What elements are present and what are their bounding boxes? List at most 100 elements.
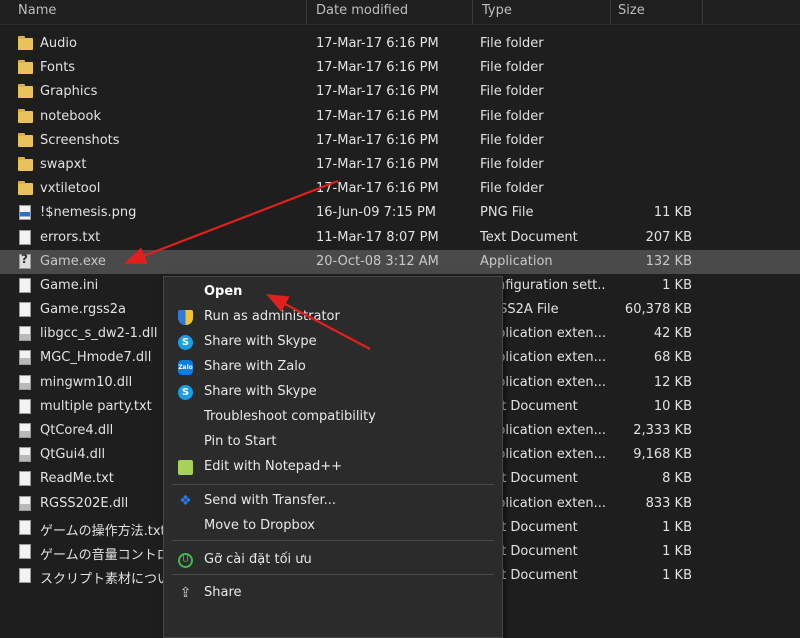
file-name: vxtiletool: [40, 181, 101, 197]
text-file-icon: [18, 398, 33, 414]
file-size: 60,378 KB: [624, 302, 692, 318]
file-type: Application: [480, 253, 553, 269]
text-file-icon: [18, 519, 33, 535]
menu-item-share-with-zalo[interactable]: Zalo Share with Zalo: [164, 355, 502, 380]
file-row[interactable]: !$nemesis.png 16-Jun-09 7:15 PM PNG File 11…: [0, 201, 800, 225]
file-name: libgcc_s_dw2-1.dll: [40, 326, 158, 342]
menu-item-send-with-transfer[interactable]: ❖ Send with Transfer...: [164, 489, 502, 514]
menu-item-open[interactable]: Open: [164, 280, 502, 305]
text-file-icon: [18, 568, 33, 584]
file-type: PNG File: [480, 205, 534, 221]
file-size: 2,333 KB: [633, 423, 692, 438]
share-icon: ⇪: [179, 585, 192, 601]
dll-file-icon: [18, 423, 33, 438]
file-name: notebook: [40, 108, 101, 124]
menu-item-run-as-administrator[interactable]: Run as administrator: [164, 305, 502, 330]
file-type: File folder: [480, 156, 544, 172]
file-type: File folder: [480, 132, 544, 148]
folder-icon: [18, 132, 33, 148]
file-name: ゲームの操作方法.txt: [40, 523, 165, 539]
folder-icon: [18, 108, 33, 124]
file-size: 132 KB: [645, 253, 692, 269]
menu-item-edit-with-notepad[interactable]: Edit with Notepad++: [164, 455, 502, 480]
file-row[interactable]: Screenshots 17-Mar-17 6:16 PM File folder: [0, 129, 800, 153]
file-row[interactable]: Fonts 17-Mar-17 6:16 PM File folder: [0, 56, 800, 80]
file-row[interactable]: swapxt 17-Mar-17 6:16 PM File folder: [0, 153, 800, 177]
column-header-date[interactable]: Date modified: [316, 3, 408, 18]
file-size: 1 KB: [662, 519, 692, 535]
dropbox-icon: ❖: [179, 493, 192, 509]
file-type: Text Document: [480, 229, 578, 245]
menu-item-label: Share with Skype: [204, 334, 317, 349]
file-type: File folder: [480, 36, 544, 51]
file-size: 42 KB: [653, 326, 692, 342]
folder-icon: [18, 60, 33, 75]
context-menu: Open Run as administrator S Share with Skyp…: [163, 276, 503, 638]
folder-icon: [18, 36, 33, 51]
file-name: multiple party.txt: [40, 398, 152, 414]
file-date-modified: 17-Mar-17 6:16 PM: [316, 36, 439, 51]
file-name: errors.txt: [40, 229, 101, 245]
file-row[interactable]: vxtiletool 17-Mar-17 6:16 PM File folder: [0, 177, 800, 201]
column-divider[interactable]: [306, 0, 307, 24]
file-date-modified: 17-Mar-17 6:16 PM: [316, 156, 439, 172]
menu-item-troubleshoot-compatibility[interactable]: Troubleshoot compatibility: [164, 405, 502, 430]
file-date-modified: 11-Mar-17 8:07 PM: [316, 229, 439, 245]
folder-icon: [18, 156, 33, 172]
menu-item-label: Share: [204, 585, 242, 600]
menu-item-label: Send with Transfer...: [204, 493, 337, 508]
dll-file-icon: [18, 495, 33, 511]
column-header-size[interactable]: Size: [618, 3, 645, 18]
column-divider[interactable]: [702, 0, 703, 24]
file-row[interactable]: Audio 17-Mar-17 6:16 PM File folder: [0, 32, 800, 56]
menu-item-label: Run as administrator: [204, 309, 340, 324]
menu-item-label: Move to Dropbox: [204, 518, 315, 533]
menu-item-label: Share with Skype: [204, 384, 317, 399]
menu-item-share-with-skype[interactable]: S Share with Skype: [164, 380, 502, 405]
column-header-name[interactable]: Name: [18, 3, 56, 18]
notepad-plus-plus-icon: [178, 460, 193, 475]
file-row[interactable]: Graphics 17-Mar-17 6:16 PM File folder: [0, 80, 800, 104]
menu-item-share-with-skype[interactable]: S Share with Skype: [164, 330, 502, 355]
column-divider[interactable]: [610, 0, 611, 24]
menu-separator: [172, 574, 494, 575]
file-name: Game.exe: [40, 253, 106, 269]
file-row[interactable]: notebook 17-Mar-17 6:16 PM File folder: [0, 105, 800, 129]
file-row[interactable]: Game.exe 20-Oct-08 3:12 AM Application 132 …: [0, 249, 800, 274]
file-name: スクリプト素材について.txt: [40, 572, 165, 588]
file-date-modified: 17-Mar-17 6:16 PM: [316, 84, 439, 100]
menu-item-move-to-dropbox[interactable]: Move to Dropbox: [164, 514, 502, 539]
file-name: Graphics: [40, 84, 98, 100]
file-date-modified: 17-Mar-17 6:16 PM: [316, 60, 439, 76]
file-date-modified: 17-Mar-17 6:16 PM: [316, 132, 439, 148]
column-header-type[interactable]: Type: [482, 3, 512, 18]
zalo-icon: Zalo: [178, 360, 193, 375]
file-name: QtGui4.dll: [40, 447, 106, 463]
file-type: File folder: [480, 108, 544, 124]
menu-item-pin-to-start[interactable]: Pin to Start: [164, 430, 502, 455]
file-name: Game.ini: [40, 277, 99, 293]
file-size: 1 KB: [662, 543, 692, 559]
file-name: RGSS202E.dll: [40, 495, 129, 511]
dll-file-icon: [18, 447, 33, 463]
file-size: 11 KB: [653, 205, 692, 221]
file-name: Game.rgss2a: [40, 302, 126, 318]
image-file-icon: [18, 205, 33, 221]
file-name: Audio: [40, 36, 77, 51]
menu-item-g-c-i-t-t-i-u[interactable]: U Gỡ cài đặt tối ưu: [164, 548, 502, 573]
file-size: 68 KB: [653, 350, 692, 366]
file-name: QtCore4.dll: [40, 423, 114, 438]
folder-icon: [18, 84, 33, 99]
shield-icon: [178, 310, 193, 325]
menu-item-label: Share with Zalo: [204, 359, 306, 374]
menu-item-label: Edit with Notepad++: [204, 459, 343, 474]
folder-icon: [18, 181, 33, 196]
dll-file-icon: [18, 350, 33, 366]
menu-item-label: Troubleshoot compatibility: [204, 409, 376, 424]
skype-icon: S: [178, 385, 193, 400]
menu-item-share[interactable]: ⇪ Share: [164, 581, 502, 606]
file-name: ReadMe.txt: [40, 471, 114, 487]
file-date-modified: 17-Mar-17 6:16 PM: [316, 181, 439, 197]
column-divider[interactable]: [472, 0, 473, 24]
file-row[interactable]: errors.txt 11-Mar-17 8:07 PM Text Document…: [0, 226, 800, 250]
